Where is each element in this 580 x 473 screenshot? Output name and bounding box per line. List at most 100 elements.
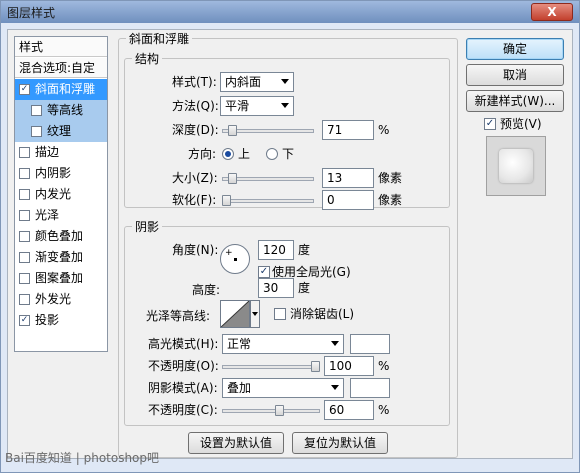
soften-input[interactable]: 0 xyxy=(322,190,374,210)
direction-up-radio[interactable] xyxy=(222,148,234,160)
shadow-mode-dropdown[interactable]: 叠加 xyxy=(222,378,344,398)
list-item-bevel[interactable]: ✓ 斜面和浮雕 xyxy=(15,79,107,100)
list-item-drop-shadow[interactable]: ✓ 投影 xyxy=(15,310,107,331)
list-item-label: 等高线 xyxy=(47,103,84,117)
outer-glow-checkbox[interactable] xyxy=(19,294,30,305)
list-item-stroke[interactable]: 描边 xyxy=(15,142,107,163)
list-item-label: 纹理 xyxy=(47,124,72,138)
technique-value: 平滑 xyxy=(225,99,250,113)
altitude-input[interactable]: 30 xyxy=(258,278,294,298)
style-label: 样式(T): xyxy=(172,75,217,89)
gloss-contour-swatch[interactable] xyxy=(220,300,250,328)
soften-slider-thumb[interactable] xyxy=(222,195,231,206)
angle-input[interactable]: 120 xyxy=(258,240,294,260)
global-light-checkbox[interactable]: ✓ xyxy=(258,266,270,278)
cancel-button[interactable]: 取消 xyxy=(466,64,564,86)
shadow-opacity-label: 不透明度(C): xyxy=(148,403,218,417)
list-item-label: 投影 xyxy=(35,313,60,327)
size-slider-thumb[interactable] xyxy=(228,173,237,184)
shadow-opacity-thumb[interactable] xyxy=(275,405,284,416)
list-item-inner-shadow[interactable]: 内阴影 xyxy=(15,163,107,184)
size-label: 大小(Z): xyxy=(172,171,218,185)
inner-glow-checkbox[interactable] xyxy=(19,189,30,200)
chevron-down-icon xyxy=(281,103,289,108)
style-preview-thumbnail xyxy=(486,136,546,196)
chevron-down-icon xyxy=(331,341,339,346)
title-bar: 图层样式 X xyxy=(1,1,579,23)
chevron-down-icon xyxy=(281,79,289,84)
shadow-opacity-unit: % xyxy=(378,403,390,417)
list-item-label: 斜面和浮雕 xyxy=(35,82,96,96)
ok-button[interactable]: 确定 xyxy=(466,38,564,60)
angle-dot xyxy=(234,258,237,261)
depth-slider-thumb[interactable] xyxy=(228,125,237,136)
list-item-contour[interactable]: 等高线 xyxy=(15,100,107,121)
close-button[interactable]: X xyxy=(531,3,573,21)
watermark-text: Bai百度知道 | photoshop吧 xyxy=(5,451,160,465)
list-item-gradient-overlay[interactable]: 渐变叠加 xyxy=(15,247,107,268)
highlight-opacity-thumb[interactable] xyxy=(311,361,320,372)
new-style-button[interactable]: 新建样式(W)... xyxy=(466,90,564,112)
bevel-emboss-title: 斜面和浮雕 xyxy=(126,32,193,46)
anti-alias-label[interactable]: 消除锯齿(L) xyxy=(290,304,354,324)
stroke-checkbox[interactable] xyxy=(19,147,30,158)
preview-label[interactable]: 预览(V) xyxy=(500,114,542,134)
shadow-mode-label: 阴影模式(A): xyxy=(148,381,218,395)
inner-shadow-checkbox[interactable] xyxy=(19,168,30,179)
list-item-color-overlay[interactable]: 颜色叠加 xyxy=(15,226,107,247)
highlight-opacity-input[interactable]: 100 xyxy=(324,356,374,376)
highlight-mode-dropdown[interactable]: 正常 xyxy=(222,334,344,354)
list-item-texture[interactable]: 纹理 xyxy=(15,121,107,142)
color-overlay-checkbox[interactable] xyxy=(19,231,30,242)
list-item-satin[interactable]: 光泽 xyxy=(15,205,107,226)
styles-header[interactable]: 样式 xyxy=(15,37,107,57)
direction-down-radio[interactable] xyxy=(266,148,278,160)
soften-unit: 像素 xyxy=(378,193,403,207)
direction-down-label[interactable]: 下 xyxy=(282,144,294,164)
gradient-overlay-checkbox[interactable] xyxy=(19,252,30,263)
highlight-opacity-track[interactable] xyxy=(222,365,320,369)
bevel-checkbox[interactable]: ✓ xyxy=(19,84,30,95)
texture-checkbox[interactable] xyxy=(31,126,42,137)
shadow-color-swatch[interactable] xyxy=(350,378,390,398)
pattern-overlay-checkbox[interactable] xyxy=(19,273,30,284)
shadow-mode-value: 叠加 xyxy=(227,381,252,395)
highlight-color-swatch[interactable] xyxy=(350,334,390,354)
styles-list: 样式 混合选项:自定 ✓ 斜面和浮雕 等高线 纹理 描边 内阴影 内发光 光泽 … xyxy=(14,36,108,352)
set-default-button[interactable]: 设置为默认值 xyxy=(188,432,284,454)
satin-checkbox[interactable] xyxy=(19,210,30,221)
blend-options-item[interactable]: 混合选项:自定 xyxy=(15,58,107,78)
size-input[interactable]: 13 xyxy=(322,168,374,188)
shadow-opacity-track[interactable] xyxy=(222,409,320,413)
drop-shadow-checkbox[interactable]: ✓ xyxy=(19,315,30,326)
list-item-label: 描边 xyxy=(35,145,60,159)
technique-dropdown[interactable]: 平滑 xyxy=(220,96,294,116)
highlight-opacity-unit: % xyxy=(378,359,390,373)
list-item-label: 颜色叠加 xyxy=(35,229,84,243)
list-item-pattern-overlay[interactable]: 图案叠加 xyxy=(15,268,107,289)
list-item-inner-glow[interactable]: 内发光 xyxy=(15,184,107,205)
preview-checkbox[interactable]: ✓ xyxy=(484,118,496,130)
contour-checkbox[interactable] xyxy=(31,105,42,116)
shading-title: 阴影 xyxy=(132,220,163,234)
structure-title: 结构 xyxy=(132,52,163,66)
angle-dial[interactable]: + xyxy=(220,244,250,274)
depth-unit: % xyxy=(378,123,390,137)
reset-default-button[interactable]: 复位为默认值 xyxy=(292,432,388,454)
direction-up-label[interactable]: 上 xyxy=(238,144,250,164)
style-value: 内斜面 xyxy=(225,75,262,89)
anti-alias-checkbox[interactable] xyxy=(274,308,286,320)
soften-label: 软化(F): xyxy=(172,193,217,207)
list-item-outer-glow[interactable]: 外发光 xyxy=(15,289,107,310)
style-dropdown[interactable]: 内斜面 xyxy=(220,72,294,92)
size-unit: 像素 xyxy=(378,171,403,185)
soften-slider-track[interactable] xyxy=(222,199,314,203)
shadow-opacity-input[interactable]: 60 xyxy=(324,400,374,420)
depth-input[interactable]: 71 xyxy=(322,120,374,140)
list-item-label: 内阴影 xyxy=(35,166,72,180)
layer-style-dialog: 图层样式 X 样式 混合选项:自定 ✓ 斜面和浮雕 等高线 纹理 描边 内阴影 … xyxy=(0,0,580,473)
gloss-contour-dropdown[interactable] xyxy=(250,300,260,328)
altitude-unit: 度 xyxy=(298,281,311,295)
technique-label: 方法(Q): xyxy=(172,99,219,113)
dialog-client: 样式 混合选项:自定 ✓ 斜面和浮雕 等高线 纹理 描边 内阴影 内发光 光泽 … xyxy=(7,29,573,459)
